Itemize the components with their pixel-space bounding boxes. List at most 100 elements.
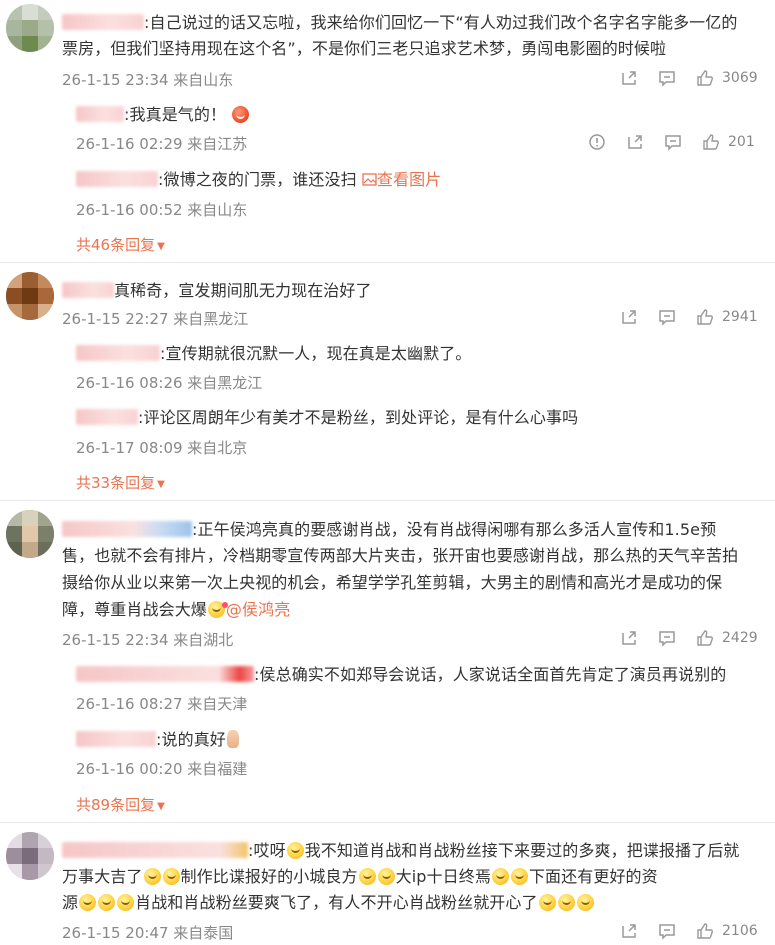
more-replies-button[interactable]: 共33条回复 ▼	[76, 472, 165, 493]
share-icon[interactable]	[624, 131, 646, 153]
reply-text: :说的真好	[76, 727, 756, 753]
like-count: 3069	[722, 70, 758, 86]
comment-text: 真稀奇，宣发期间肌无力现在治好了	[62, 278, 767, 304]
comment-body: 肖战和肖战粉丝要爽飞了，有人不开心肖战粉丝就开心了	[135, 893, 538, 912]
like-count: 2106	[722, 923, 758, 939]
comment-actions: 2941	[618, 306, 758, 328]
like-icon[interactable]	[700, 131, 722, 153]
laugh-emoji-icon	[538, 894, 556, 911]
laugh-emoji-icon	[98, 894, 116, 911]
reply-meta: 26-1-16 00:52 来自山东	[76, 201, 248, 219]
comment-body: 万事大吉了	[62, 867, 143, 886]
comment-body: 我不知道肖战和肖战粉丝接下来要过的多爽，把谍报播了后就	[304, 841, 740, 860]
laugh-emoji-icon	[377, 868, 395, 885]
image-icon	[362, 173, 377, 186]
more-replies-label: 共89条回复	[76, 796, 156, 814]
more-replies-button[interactable]: 共89条回复 ▼	[76, 794, 165, 815]
username[interactable]	[76, 171, 158, 187]
share-icon[interactable]	[618, 920, 640, 942]
comment-body: 真稀奇，宣发期间肌无力现在治好了	[114, 281, 372, 300]
comment-text-line3: 源 肖战和肖战粉丝要爽飞了，有人不开心肖战粉丝就开心了	[62, 890, 767, 916]
laugh-emoji-icon	[117, 894, 135, 911]
reply-body: :宣传期就很沉默一人，现在真是太幽默了。	[160, 344, 472, 363]
username[interactable]	[76, 345, 160, 361]
comment-actions: 2429	[618, 627, 758, 649]
avatar[interactable]	[6, 272, 54, 320]
username[interactable]	[62, 14, 144, 30]
like-count: 2429	[722, 630, 758, 646]
avatar[interactable]	[6, 832, 54, 880]
reply-meta: 26-1-16 08:27 来自天津	[76, 695, 248, 713]
reply-body: :说的真好	[156, 730, 226, 749]
comment-icon[interactable]	[656, 67, 678, 89]
laugh-emoji-icon	[491, 868, 509, 885]
laugh-emoji-icon	[162, 868, 180, 885]
comment-icon[interactable]	[656, 627, 678, 649]
share-icon[interactable]	[618, 306, 640, 328]
comment-text-line2: 票房，但我们坚持用现在这个名”，不是你们三老只追求艺术梦，勇闯电影圈的时候啦	[62, 39, 667, 58]
comment-body: :自己说过的话又忘啦，我来给你们回忆一下“有人劝过我们改个名字名字能多一亿的	[144, 13, 738, 32]
comment-text-line3: 摄给你从业以来第一次上央视的机会，希望学学孔笙剪辑，大男主的剧情和高光才是成功的…	[62, 573, 723, 592]
like-icon[interactable]	[694, 67, 716, 89]
angry-emoji-icon	[232, 106, 250, 123]
comment-body: 下面还有更好的资	[528, 867, 658, 886]
caret-down-icon: ▼	[157, 479, 165, 490]
username[interactable]	[76, 409, 138, 425]
username[interactable]	[62, 282, 114, 298]
comment-body: 制作比谍报好的小城良方	[180, 867, 358, 886]
reply-meta: 26-1-16 00:20 来自福建	[76, 760, 248, 778]
comment-text: :自己说过的话又忘啦，我来给你们回忆一下“有人劝过我们改个名字名字能多一亿的	[62, 10, 767, 36]
comment-icon[interactable]	[662, 131, 684, 153]
reply-text: :我真是气的！	[76, 102, 756, 128]
laugh-emoji-icon	[358, 868, 376, 885]
username[interactable]	[76, 106, 124, 122]
caret-down-icon: ▼	[157, 801, 165, 812]
view-image-link[interactable]: 查看图片	[362, 170, 441, 189]
mention-link[interactable]: @侯鸿亮	[226, 600, 290, 619]
reply-text: :评论区周朗年少有美才不是粉丝，到处评论，是有什么心事吗	[76, 405, 756, 431]
username[interactable]	[76, 666, 254, 682]
caret-down-icon: ▼	[157, 241, 165, 252]
comment-text-line2: 售，也就不会有排片，冷档期零宣传两部大片夹击，张开宙也要感谢肖战，那么热的天气辛…	[62, 546, 739, 565]
share-icon[interactable]	[618, 627, 640, 649]
divider	[0, 822, 775, 823]
reply-body: :微博之夜的门票，谁还没扫	[158, 170, 357, 189]
laugh-emoji-icon	[286, 842, 304, 859]
more-replies-button[interactable]: 共46条回复 ▼	[76, 234, 165, 255]
comment-text-line4: 障，尊重肖战会大爆 @侯鸿亮	[62, 597, 767, 623]
reply-body: :我真是气的！	[124, 105, 227, 124]
reply-text: :宣传期就很沉默一人，现在真是太幽默了。	[76, 341, 756, 367]
avatar[interactable]	[6, 4, 54, 52]
kiss-emoji-icon	[207, 601, 228, 618]
more-replies-label: 共46条回复	[76, 236, 156, 254]
comment-body: :正午侯鸿亮真的要感谢肖战，没有肖战得闲哪有那么多活人宣传和1.5e预	[192, 520, 717, 539]
reply-body: :侯总确实不如郑导会说话，人家说话全面首先肯定了演员再说别的	[254, 665, 727, 684]
laugh-emoji-icon	[576, 894, 594, 911]
laugh-emoji-icon	[557, 894, 575, 911]
comment-meta: 26-1-15 22:34 来自湖北	[62, 631, 234, 649]
comment-text: :哎呀 我不知道肖战和肖战粉丝接下来要过的多爽，把谍报播了后就	[62, 838, 767, 864]
like-count: 2941	[722, 309, 758, 325]
avatar[interactable]	[6, 510, 54, 558]
comment-icon[interactable]	[656, 306, 678, 328]
share-icon[interactable]	[618, 67, 640, 89]
comment-body: 源	[62, 893, 79, 912]
like-icon[interactable]	[694, 306, 716, 328]
like-icon[interactable]	[694, 627, 716, 649]
comment-text-line2: 万事大吉了 制作比谍报好的小城良方 大ip十日终焉 下面还有更好的资	[62, 864, 767, 890]
username[interactable]	[62, 521, 192, 537]
laugh-emoji-icon	[510, 868, 528, 885]
username[interactable]	[76, 731, 156, 747]
reply-text: :侯总确实不如郑导会说话，人家说话全面首先肯定了演员再说别的	[76, 662, 756, 688]
comment-meta: 26-1-15 22:27 来自黑龙江	[62, 310, 249, 328]
comment-icon[interactable]	[656, 920, 678, 942]
report-icon[interactable]	[586, 131, 608, 153]
like-icon[interactable]	[694, 920, 716, 942]
comment-body: 障，尊重肖战会大爆	[62, 600, 207, 619]
username[interactable]	[62, 842, 248, 858]
reply-body: :评论区周朗年少有美才不是粉丝，到处评论，是有什么心事吗	[138, 408, 579, 427]
ok-hand-emoji-icon	[226, 730, 239, 748]
like-count: 201	[728, 134, 755, 150]
comment-text: :正午侯鸿亮真的要感谢肖战，没有肖战得闲哪有那么多活人宣传和1.5e预	[62, 517, 767, 543]
reply-meta: 26-1-17 08:09 来自北京	[76, 439, 248, 457]
